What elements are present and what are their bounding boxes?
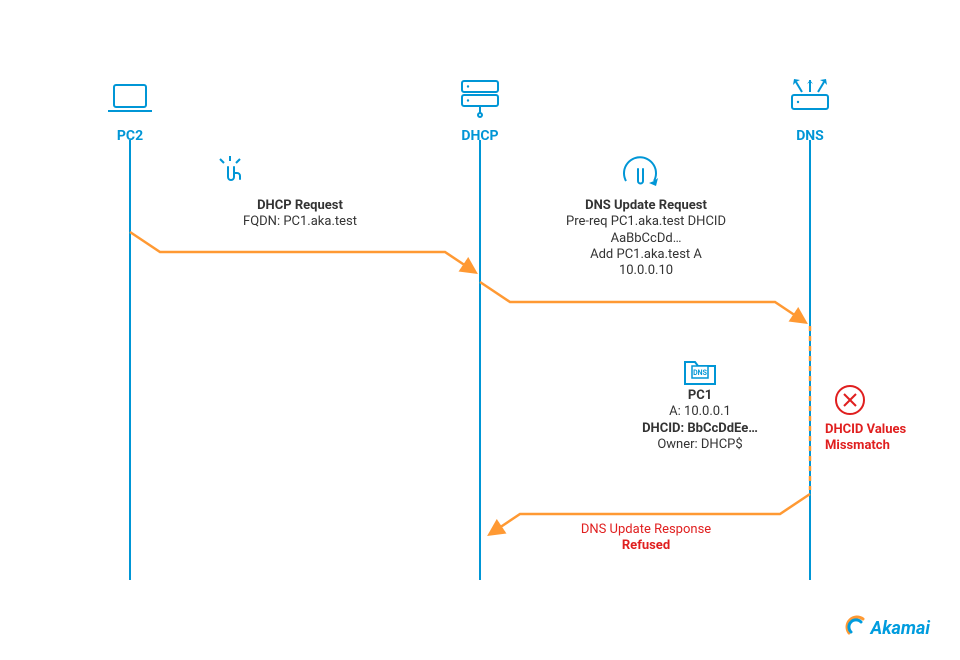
dns-record-owner: Owner: DHCP$ bbox=[642, 437, 758, 453]
error-icon bbox=[836, 386, 864, 414]
error-line1: DHCID Values bbox=[825, 422, 906, 438]
msg-dns-response-title: DNS Update Response bbox=[581, 522, 711, 538]
msg-dns-update-prereq-val: AaBbCcDd… bbox=[566, 231, 726, 247]
diagram-canvas: DNS PC2 DHCP DNS DHCP Request FQDN: PC1.… bbox=[0, 0, 960, 660]
error-text: DHCID Values Missmatch bbox=[825, 422, 906, 453]
brand-logo: Akamai bbox=[845, 615, 931, 642]
arrow-dhcp-request bbox=[130, 232, 475, 272]
msg-dhcp-request-fqdn: FQDN: PC1.aka.test bbox=[243, 214, 357, 230]
msg-dns-update-response: DNS Update Response Refused bbox=[581, 522, 711, 555]
brand-text: Akamai bbox=[871, 618, 931, 639]
msg-dns-update-ip: 10.0.0.10 bbox=[566, 263, 726, 279]
node-label-pc2: PC2 bbox=[117, 128, 143, 144]
svg-text:DNS: DNS bbox=[693, 369, 707, 377]
dns-server-icon bbox=[792, 79, 828, 109]
dns-record-icon: DNS bbox=[685, 362, 715, 384]
msg-dns-update-prereq: Pre-req PC1.aka.test DHCID bbox=[566, 214, 726, 230]
dns-record-host: PC1 bbox=[642, 388, 758, 404]
dns-record-dhcid: DHCID: BbCcDdEe… bbox=[642, 421, 758, 437]
click-circle-icon bbox=[624, 157, 658, 186]
brand-swoosh-icon bbox=[845, 615, 867, 642]
laptop-icon bbox=[108, 85, 152, 111]
msg-dns-update-add: Add PC1.aka.test A bbox=[566, 247, 726, 263]
server-icon bbox=[462, 81, 498, 117]
dns-record-block: PC1 A: 10.0.0.1 DHCID: BbCcDdEe… Owner: … bbox=[642, 388, 758, 453]
msg-dhcp-request-title: DHCP Request bbox=[243, 198, 357, 214]
msg-dns-update-request: DNS Update Request Pre-req PC1.aka.test … bbox=[566, 198, 726, 279]
msg-dhcp-request: DHCP Request FQDN: PC1.aka.test bbox=[243, 198, 357, 231]
node-label-dhcp: DHCP bbox=[461, 128, 498, 144]
arrow-dns-update-request bbox=[480, 282, 805, 322]
error-line2: Missmatch bbox=[825, 438, 906, 454]
node-label-dns: DNS bbox=[796, 128, 824, 144]
diagram-svg: DNS bbox=[0, 0, 960, 660]
msg-dns-response-status: Refused bbox=[581, 538, 711, 554]
dns-record-a: A: 10.0.0.1 bbox=[642, 404, 758, 420]
click-icon bbox=[220, 156, 240, 180]
msg-dns-update-request-title: DNS Update Request bbox=[566, 198, 726, 214]
